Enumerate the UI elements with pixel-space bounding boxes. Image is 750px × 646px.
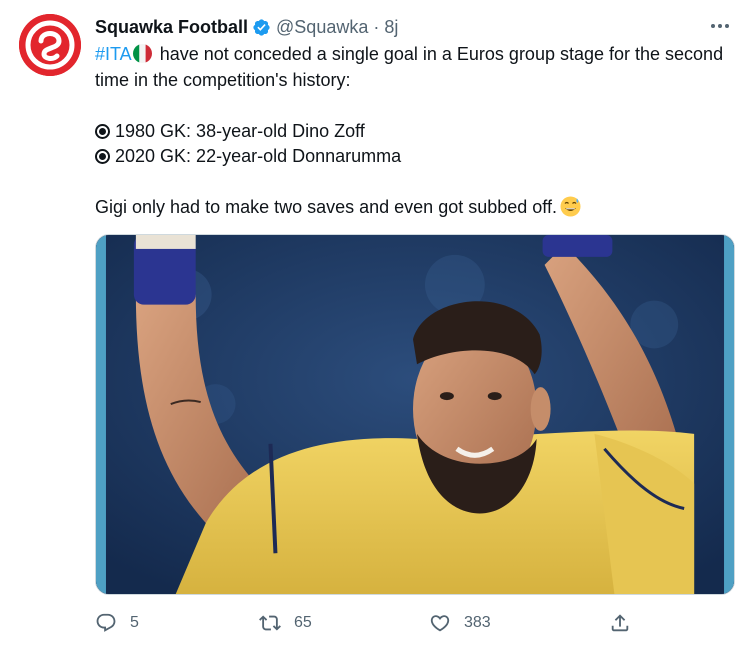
reply-button[interactable]: 5: [95, 612, 139, 634]
timestamp[interactable]: 8j: [384, 17, 398, 38]
radio-bullet-icon: [95, 149, 110, 164]
verified-badge-icon: [252, 18, 271, 37]
share-button[interactable]: [609, 612, 631, 634]
closing-text: Gigi only had to make two saves and even…: [95, 197, 557, 217]
retweet-icon: [259, 612, 281, 634]
hashtag-link[interactable]: #ITA: [95, 44, 132, 64]
more-options-icon[interactable]: [708, 14, 732, 38]
tweet-actions: 5 65 383: [95, 606, 635, 640]
bullet-2-text: 2020 GK: 22-year-old Donnarumma: [115, 146, 402, 166]
tweet-text: #ITA have not conceded a single goal in …: [95, 42, 725, 221]
italy-flag-icon: [132, 44, 152, 63]
squawka-logo-icon: [19, 14, 81, 76]
closing-line: Gigi only had to make two saves and even…: [95, 195, 725, 221]
handle[interactable]: @Squawka: [276, 17, 368, 38]
bullet-1: 1980 GK: 38-year-old Dino Zoff: [95, 119, 725, 145]
separator-dot: ·: [373, 16, 380, 37]
goalkeeper-photo: [96, 235, 734, 594]
tweet-line-1: #ITA have not conceded a single goal in …: [95, 42, 725, 93]
grinning-sweat-emoji-icon: [560, 196, 581, 217]
reply-count: 5: [130, 614, 139, 631]
tweet-photo[interactable]: [95, 234, 735, 595]
like-count: 383: [464, 614, 491, 631]
like-icon: [429, 612, 451, 634]
reply-icon: [95, 612, 117, 634]
retweet-button[interactable]: 65: [259, 612, 312, 634]
display-name[interactable]: Squawka Football: [95, 17, 248, 38]
bullet-2: 2020 GK: 22-year-old Donnarumma: [95, 144, 725, 170]
radio-bullet-icon: [95, 123, 110, 139]
tweet-header: Squawka Football @Squawka · 8j: [95, 14, 398, 40]
like-button[interactable]: 383: [429, 612, 491, 634]
share-icon: [609, 612, 631, 634]
tweet-line-1-text: have not conceded a single goal in a Eur…: [95, 44, 724, 90]
avatar[interactable]: [19, 14, 81, 76]
bullet-1-text: 1980 GK: 38-year-old Dino Zoff: [115, 120, 365, 141]
retweet-count: 65: [294, 614, 312, 631]
